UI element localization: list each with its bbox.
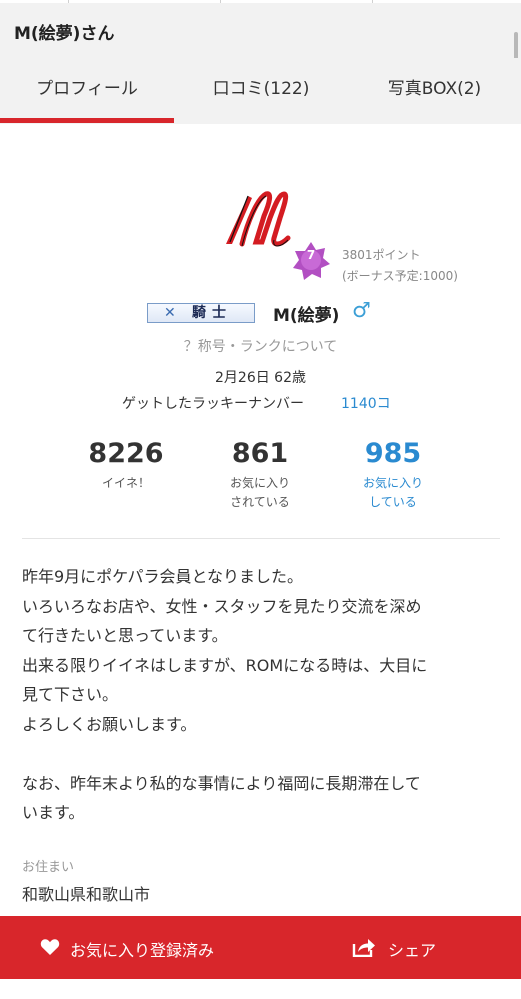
- stat-likes: 8226 イイネ！: [66, 438, 186, 493]
- stat-favoriting-value[interactable]: 985: [333, 438, 453, 470]
- action-bar: お気に入り登録済み シェア: [0, 916, 521, 979]
- bottom-edge: [0, 979, 521, 999]
- share-button[interactable]: シェア: [260, 916, 521, 979]
- points-info: 3801ポイント (ボーナス予定:1000): [342, 245, 458, 287]
- bonus-points: (ボーナス予定:1000): [342, 269, 458, 283]
- crossed-swords-icon: ✕: [164, 305, 176, 321]
- tab-active-indicator: [0, 118, 174, 123]
- tab-photo-box[interactable]: 写真BOX(2): [348, 58, 521, 124]
- stat-favorited-by: 861 お気に入り されている: [200, 438, 320, 512]
- tab-profile[interactable]: プロフィール: [0, 58, 174, 124]
- page-title: M(絵夢)さん: [14, 24, 115, 44]
- residence-value: 和歌山県和歌山市: [22, 885, 151, 904]
- share-button-label: シェア: [388, 941, 437, 960]
- stat-likes-label: イイネ！: [101, 476, 150, 490]
- birthday-age: 2月26日 62歳: [215, 370, 306, 386]
- stat-favoriting-label-1[interactable]: お気に入り: [333, 474, 453, 493]
- lucky-number-label: ゲットしたラッキーナンバー: [122, 396, 304, 412]
- tab-bar: プロフィール 口コミ(122) 写真BOX(2): [0, 58, 521, 124]
- tab-reviews[interactable]: 口コミ(122): [174, 58, 348, 124]
- stat-favorited-by-label: お気に入り されている: [200, 474, 320, 512]
- points-value: 3801ポイント: [342, 248, 421, 262]
- rank-number: 7: [306, 248, 316, 262]
- avatar[interactable]: [218, 180, 298, 260]
- lucky-number-count[interactable]: 1140コ: [341, 393, 391, 413]
- stat-favoriting-label-2[interactable]: している: [333, 493, 453, 512]
- rank-info-link[interactable]: ？称号・ランクについて: [0, 336, 521, 356]
- title-badge: ✕ 騎士: [147, 303, 255, 323]
- share-icon: [352, 939, 375, 957]
- heart-icon: [40, 939, 60, 955]
- stat-favorited-by-value: 861: [231, 438, 289, 469]
- stat-favoriting-label[interactable]: お気に入り している: [333, 474, 453, 512]
- stat-favorited-by-label-2: されている: [230, 495, 290, 509]
- stat-favorited-by-label-1: お気に入り: [229, 476, 290, 490]
- page-header: M(絵夢)さん: [0, 3, 521, 58]
- stat-favoriting[interactable]: 985 お気に入り している: [333, 438, 453, 512]
- favorite-button[interactable]: お気に入り登録済み: [0, 916, 260, 979]
- profile-bio: 昨年9月にポケパラ会員となりました。 いろいろなお店や、女性・スタッフを見たり交…: [22, 567, 428, 822]
- favorite-button-label: お気に入り登録済み: [70, 941, 215, 960]
- username: M(絵夢): [273, 306, 340, 326]
- male-icon: ♂: [352, 298, 371, 322]
- stat-likes-value: 8226: [88, 438, 164, 469]
- title-badge-label: 騎士: [192, 305, 232, 321]
- divider: [22, 538, 500, 539]
- residence-label: お住まい: [22, 860, 75, 875]
